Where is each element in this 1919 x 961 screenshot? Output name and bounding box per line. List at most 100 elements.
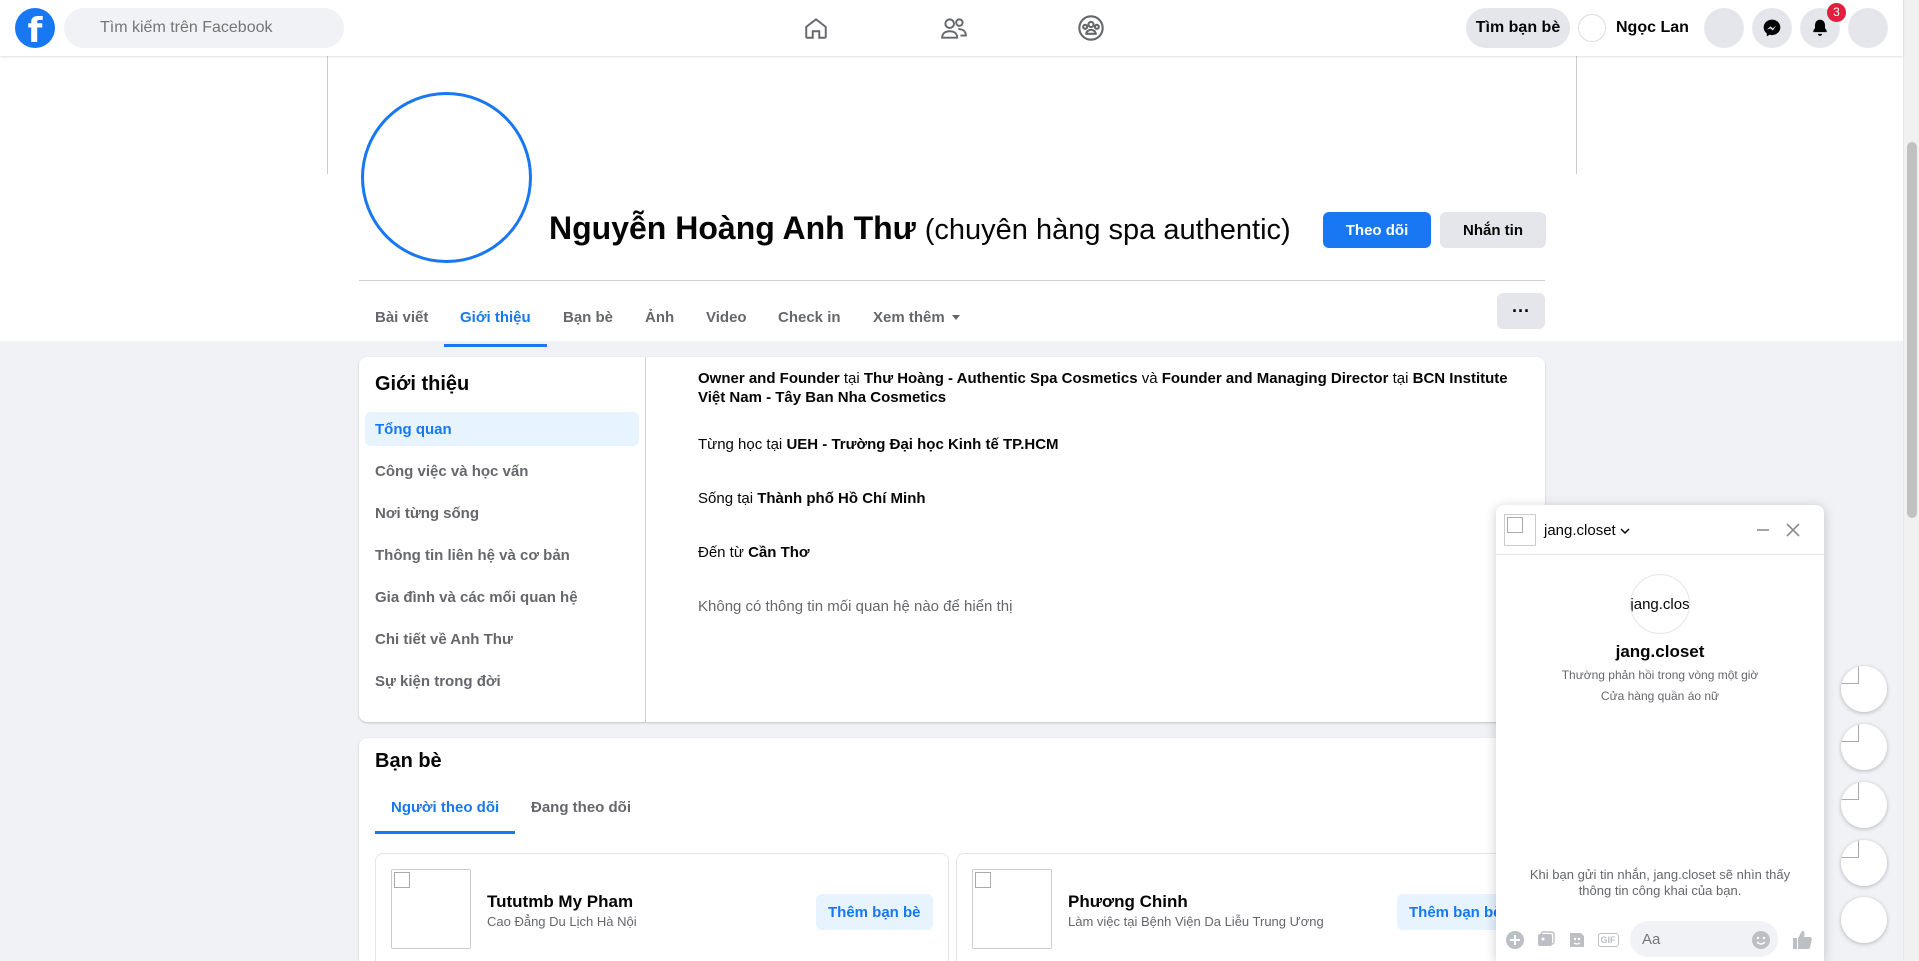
profile-header: Nguyễn Hoàng Anh Thư (chuyên hàng spa au… bbox=[0, 56, 1903, 347]
new-message-button[interactable] bbox=[1841, 897, 1887, 943]
tab-about[interactable]: Giới thiệu bbox=[444, 287, 547, 347]
about-menu-work-education[interactable]: Công việc và học vấn bbox=[365, 454, 639, 488]
chat-composer: GIF bbox=[1496, 915, 1824, 961]
profile-avatar[interactable] bbox=[361, 92, 532, 263]
tab-more-label: Xem thêm bbox=[873, 308, 945, 326]
work-at-2: tại bbox=[1392, 370, 1409, 387]
minimize-icon[interactable] bbox=[1752, 519, 1774, 541]
about-menu-places[interactable]: Nơi từng sống bbox=[365, 496, 639, 530]
account-button[interactable] bbox=[1848, 8, 1888, 48]
work-at-1: tại bbox=[843, 370, 860, 387]
relationship-info: Không có thông tin mối quan hệ nào để hi… bbox=[698, 598, 1013, 615]
follow-button[interactable]: Theo dõi bbox=[1323, 212, 1431, 248]
chat-head-bubble[interactable] bbox=[1841, 724, 1887, 770]
chat-contact-name-text: jang.closet bbox=[1544, 522, 1616, 539]
tab-followers[interactable]: Người theo dõi bbox=[375, 780, 516, 834]
cover-edge-right bbox=[1576, 56, 1577, 174]
work-info: Owner and Founder tại Thư Hoàng - Authen… bbox=[698, 369, 1518, 407]
friends-card: Bạn bè Người theo dõi Đang theo dõi Tutu… bbox=[359, 738, 1545, 961]
avatar bbox=[1578, 14, 1606, 42]
notifications-button[interactable]: 3 bbox=[1800, 3, 1846, 48]
friend-name[interactable]: Phương Chinh bbox=[1068, 892, 1188, 912]
chat-category: Cửa hàng quần áo nữ bbox=[1600, 689, 1720, 703]
chat-privacy-notice: Khi bạn gửi tin nhắn, jang.closet sẽ nhì… bbox=[1529, 867, 1791, 898]
user-name: Ngọc Lan bbox=[1616, 19, 1689, 36]
friend-photo[interactable] bbox=[972, 869, 1052, 949]
menu-button[interactable] bbox=[1704, 8, 1744, 48]
messenger-icon[interactable] bbox=[1752, 8, 1792, 48]
groups-icon[interactable] bbox=[1063, 10, 1119, 46]
friend-tile: Tututmb My Pham Cao Đẳng Du Lịch Hà Nội … bbox=[375, 853, 949, 961]
profile-name: Nguyễn Hoàng Anh Thư (chuyên hàng spa au… bbox=[549, 210, 1291, 247]
about-menu-life-events[interactable]: Sự kiện trong đời bbox=[365, 664, 639, 698]
scrollbar-thumb[interactable] bbox=[1907, 142, 1917, 518]
profile-name-text: Nguyễn Hoàng Anh Thư bbox=[549, 210, 916, 246]
friend-tile: Phương Chinh Làm việc tại Bệnh Viện Da L… bbox=[956, 853, 1530, 961]
home-icon[interactable] bbox=[788, 10, 844, 46]
chat-header[interactable]: jang.closet bbox=[1496, 505, 1824, 555]
bell-icon bbox=[1813, 19, 1827, 36]
from-value[interactable]: Cần Thơ bbox=[748, 544, 810, 561]
education-prefix: Từng học tại bbox=[698, 436, 783, 453]
about-menu-details[interactable]: Chi tiết về Anh Thư bbox=[365, 622, 639, 656]
friend-subtitle: Làm việc tại Bệnh Viện Da Liễu Trung Ươn… bbox=[1068, 914, 1324, 929]
plus-icon[interactable] bbox=[1504, 929, 1526, 951]
emoji-icon[interactable] bbox=[1750, 929, 1772, 951]
sticker-icon[interactable] bbox=[1566, 929, 1588, 951]
friends-title: Bạn bè bbox=[375, 750, 442, 772]
page-scrollbar[interactable] bbox=[1903, 0, 1919, 961]
friend-photo[interactable] bbox=[391, 869, 471, 949]
tab-checkins[interactable]: Check in bbox=[762, 287, 857, 347]
like-icon[interactable] bbox=[1791, 929, 1813, 951]
lives-prefix: Sống tại bbox=[698, 490, 754, 507]
work-company-1[interactable]: Thư Hoàng - Authentic Spa Cosmetics bbox=[864, 370, 1138, 387]
find-friends-button[interactable]: Tìm bạn bè bbox=[1466, 8, 1570, 48]
chat-head-bubble[interactable] bbox=[1841, 840, 1887, 886]
work-role-1: Owner and Founder bbox=[698, 370, 840, 387]
message-button[interactable]: Nhắn tin bbox=[1440, 212, 1546, 248]
lives-value[interactable]: Thành phố Hồ Chí Minh bbox=[757, 490, 925, 507]
education-value[interactable]: UEH - Trường Đại học Kinh tế TP.HCM bbox=[786, 436, 1058, 453]
about-title: Giới thiệu bbox=[375, 373, 470, 395]
work-role-2: Founder and Managing Director bbox=[1161, 370, 1389, 387]
chat-head-bubble[interactable] bbox=[1841, 782, 1887, 828]
lives-info: Sống tại Thành phố Hồ Chí Minh bbox=[698, 489, 1518, 508]
about-menu-contact[interactable]: Thông tin liên hệ và cơ bản bbox=[365, 538, 639, 572]
about-sidebar: Giới thiệu Tổng quan Công việc và học vấ… bbox=[359, 357, 646, 722]
chat-head-bubble[interactable] bbox=[1841, 666, 1887, 712]
friend-name[interactable]: Tututmb My Pham bbox=[487, 892, 633, 912]
about-menu-overview[interactable]: Tổng quan bbox=[365, 412, 639, 446]
work-and: và bbox=[1141, 370, 1158, 387]
profile-shortcut[interactable]: Ngọc Lan bbox=[1578, 8, 1698, 48]
about-menu-family[interactable]: Gia đình và các mối quan hệ bbox=[365, 580, 639, 614]
add-friend-button[interactable]: Thêm bạn bè bbox=[816, 894, 933, 930]
gif-label: GIF bbox=[1597, 933, 1619, 947]
caret-down-icon bbox=[951, 315, 960, 320]
search-input[interactable] bbox=[64, 8, 344, 48]
tab-friends[interactable]: Bạn bè bbox=[547, 287, 629, 347]
gif-icon[interactable]: GIF bbox=[1597, 929, 1619, 951]
friends-icon[interactable] bbox=[926, 10, 982, 46]
tab-videos[interactable]: Video bbox=[690, 287, 763, 347]
more-options-button[interactable]: ··· bbox=[1497, 293, 1545, 329]
chat-profile-picture[interactable]: jang.clos bbox=[1630, 574, 1690, 634]
chevron-down-icon bbox=[1620, 527, 1630, 534]
tab-following[interactable]: Đang theo dõi bbox=[515, 780, 647, 834]
tab-photos[interactable]: Ảnh bbox=[629, 287, 690, 347]
tab-posts[interactable]: Bài viết bbox=[359, 287, 444, 347]
facebook-logo[interactable]: f bbox=[15, 8, 55, 48]
from-info: Đến từ Cần Thơ bbox=[698, 543, 1518, 562]
notification-badge: 3 bbox=[1827, 3, 1846, 22]
chat-avatar[interactable] bbox=[1504, 514, 1536, 546]
top-navigation-bar: f Tìm bạn bè Ngọc Lan 3 bbox=[0, 0, 1903, 56]
chat-response-time: Thường phản hồi trong vòng một giờ bbox=[1561, 668, 1759, 682]
close-icon[interactable] bbox=[1782, 519, 1804, 541]
chat-profile-name[interactable]: jang.closet bbox=[1496, 642, 1824, 662]
friend-subtitle: Cao Đẳng Du Lịch Hà Nội bbox=[487, 914, 637, 929]
from-prefix: Đến từ bbox=[698, 544, 744, 561]
profile-alt-name: (chuyên hàng spa authentic) bbox=[924, 214, 1291, 246]
tab-more[interactable]: Xem thêm bbox=[857, 287, 977, 347]
photo-icon[interactable] bbox=[1535, 929, 1557, 951]
header-divider bbox=[359, 280, 1545, 281]
chat-contact-name[interactable]: jang.closet bbox=[1544, 522, 1630, 539]
